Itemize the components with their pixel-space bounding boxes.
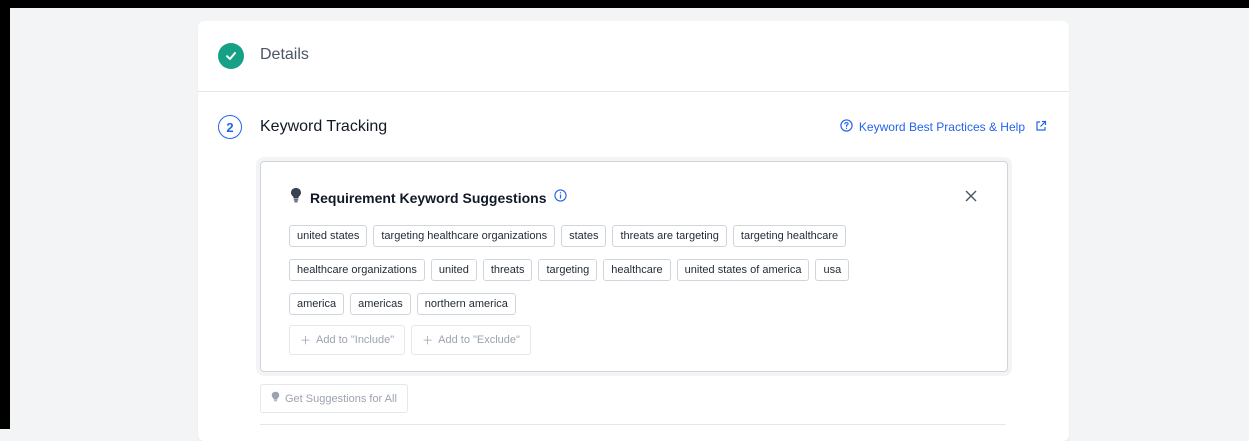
suggestion-actions: ＋ Add to "Include" ＋ Add to "Exclude": [289, 325, 531, 355]
keyword-chip[interactable]: states: [561, 225, 607, 247]
add-to-exclude-label: Add to "Exclude": [438, 334, 520, 346]
keyword-chip[interactable]: healthcare organizations: [289, 259, 425, 281]
keyword-suggestions-panel: Requirement Keyword Suggestions united s…: [260, 161, 1008, 372]
get-suggestions-label: Get Suggestions for All: [285, 392, 397, 405]
window-frame-left: [0, 0, 10, 429]
lightbulb-icon: [271, 391, 280, 406]
plus-icon: ＋: [422, 335, 434, 347]
close-icon[interactable]: [961, 186, 981, 206]
lightbulb-icon: [290, 187, 302, 208]
keyword-chip[interactable]: americas: [350, 293, 411, 315]
keyword-chip[interactable]: targeting: [538, 259, 598, 281]
form-card: Details 2 Keyword Tracking Keyword Best …: [198, 21, 1069, 441]
step-number-badge: 2: [218, 115, 242, 139]
step-details-row[interactable]: Details: [198, 21, 1069, 92]
window-frame-top: [0, 0, 1249, 8]
keyword-chip[interactable]: united states of america: [676, 259, 810, 281]
get-suggestions-for-all-button[interactable]: Get Suggestions for All: [260, 384, 408, 413]
keyword-help-link[interactable]: Keyword Best Practices & Help: [840, 119, 1047, 135]
suggestions-header: Requirement Keyword Suggestions: [290, 187, 568, 208]
info-icon[interactable]: [554, 188, 568, 207]
keyword-chip[interactable]: targeting healthcare: [732, 225, 847, 247]
add-to-include-button[interactable]: ＋ Add to "Include": [289, 325, 406, 355]
keyword-chip[interactable]: united states: [289, 225, 368, 247]
suggestions-title: Requirement Keyword Suggestions: [310, 189, 547, 206]
keyword-chip[interactable]: northern america: [416, 293, 516, 315]
question-circle-icon: [840, 119, 853, 135]
add-to-exclude-button[interactable]: ＋ Add to "Exclude": [411, 325, 531, 355]
plus-icon: ＋: [300, 335, 311, 347]
check-icon: [218, 43, 244, 69]
keyword-chip[interactable]: threats are targeting: [612, 225, 727, 247]
step-details-title: Details: [260, 46, 309, 63]
divider: [260, 424, 1006, 425]
external-link-icon: [1035, 120, 1047, 135]
keyword-chip[interactable]: threats: [482, 259, 533, 281]
keyword-chip-list: united states targeting healthcare organ…: [289, 225, 969, 315]
keyword-chip[interactable]: america: [289, 293, 345, 315]
keyword-chip[interactable]: united: [430, 259, 477, 281]
add-to-include-label: Add to "Include": [316, 334, 395, 346]
step-keyword-title: Keyword Tracking: [260, 118, 388, 135]
keyword-chip[interactable]: healthcare: [603, 259, 671, 281]
keyword-chip[interactable]: usa: [815, 259, 850, 281]
help-link-label: Keyword Best Practices & Help: [858, 120, 1025, 134]
keyword-chip[interactable]: targeting healthcare organizations: [373, 225, 556, 247]
